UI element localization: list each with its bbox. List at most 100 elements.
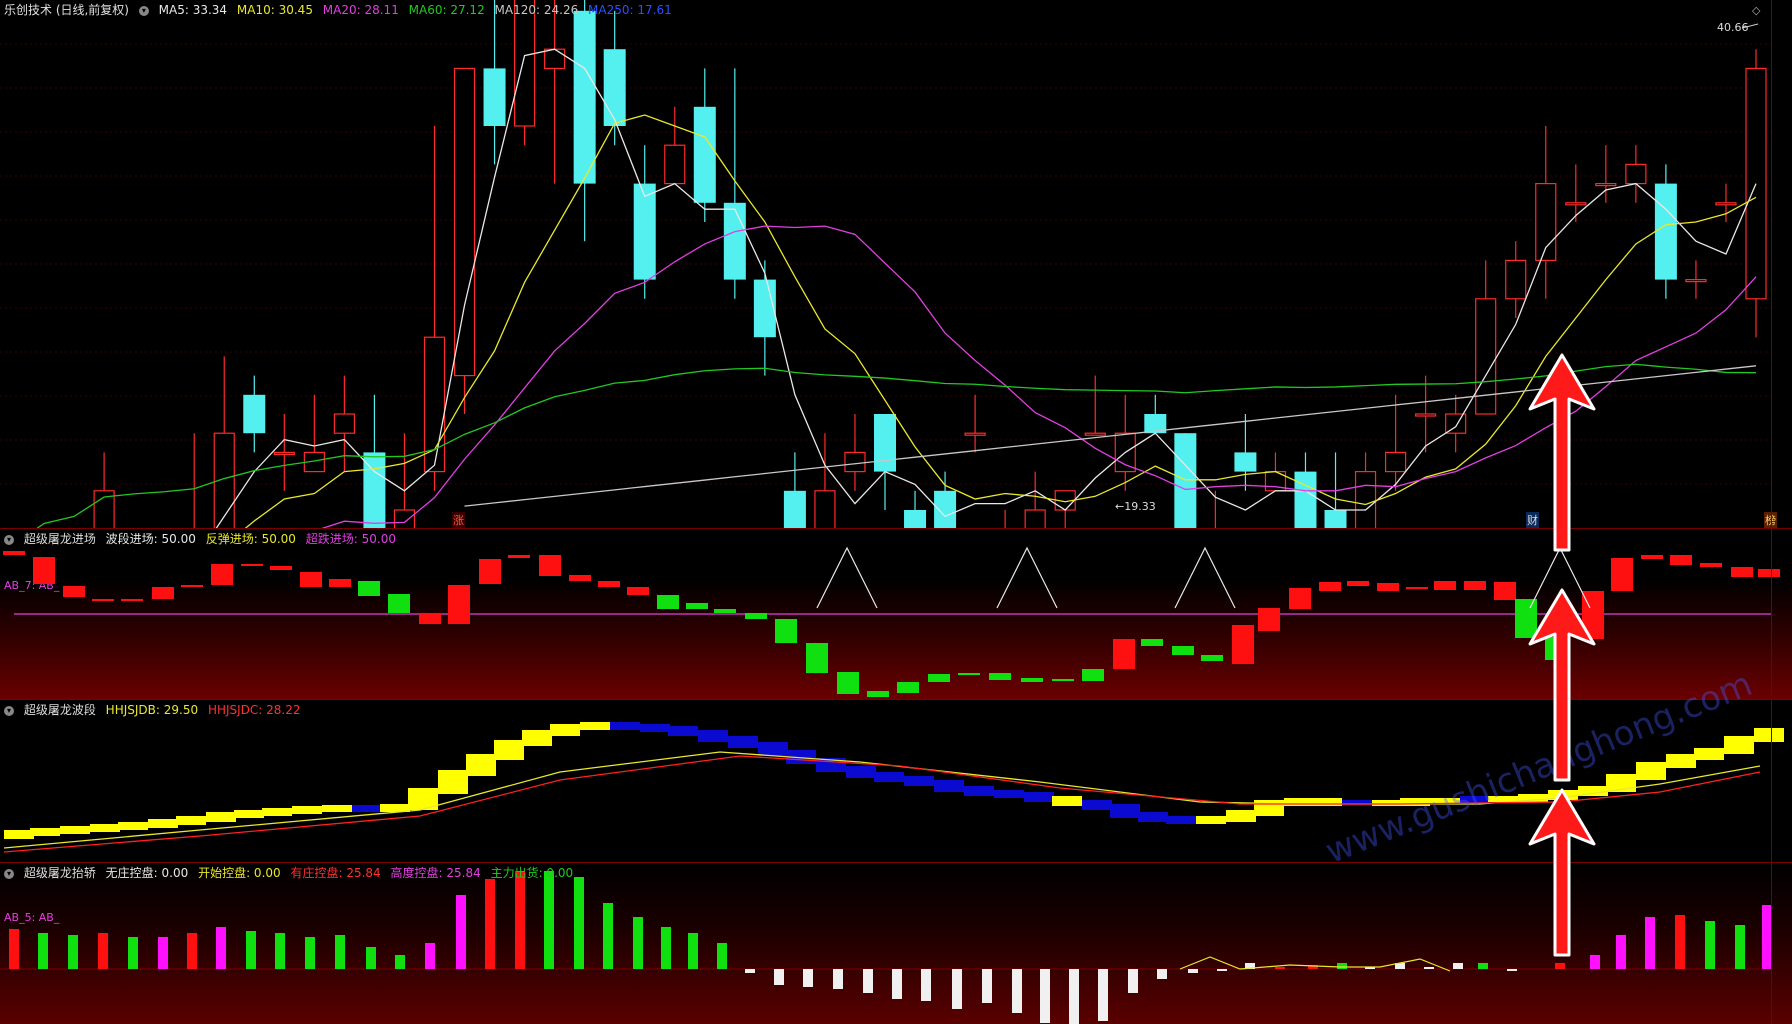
candle-body xyxy=(1475,298,1497,415)
ma5-value: MA5: 33.34 xyxy=(158,3,228,17)
control-bar xyxy=(892,969,902,999)
rebound-entry-value: 反弹进场: 50.00 xyxy=(205,532,296,546)
band-step xyxy=(1666,754,1696,768)
hhjsjdc-value: HHJSJDC: 28.22 xyxy=(207,703,301,717)
entry-bar-chart xyxy=(3,546,1780,697)
candle-body xyxy=(1565,202,1587,206)
control-bar xyxy=(833,969,843,989)
candle-body xyxy=(1654,183,1677,280)
control-bar xyxy=(661,927,671,969)
control-bar xyxy=(1705,921,1715,969)
control-bar xyxy=(187,933,197,969)
entry-bar xyxy=(958,673,980,675)
candle-body xyxy=(934,490,957,528)
candle-body xyxy=(1384,451,1407,473)
band-step xyxy=(934,780,964,792)
band-step xyxy=(466,754,496,776)
entry-bar xyxy=(1464,581,1486,590)
control-bar xyxy=(1128,969,1138,993)
entry-bar xyxy=(1406,587,1428,589)
collapse-icon[interactable]: ▾ xyxy=(4,705,14,716)
start-control-value: 开始控盘: 0.00 xyxy=(198,866,281,880)
entry-bar xyxy=(1611,558,1633,591)
control-bar xyxy=(1217,969,1227,971)
candle-body xyxy=(573,10,596,184)
candle-body xyxy=(904,510,927,528)
control-bar xyxy=(275,933,285,969)
collapse-icon[interactable]: ▾ xyxy=(4,534,14,545)
band-step xyxy=(1110,804,1140,818)
band-step xyxy=(964,786,994,796)
band-step xyxy=(322,805,352,812)
entry-bar xyxy=(121,599,143,601)
entry-indicator-panel[interactable]: ▾ 超级屠龙进场 波段进场: 50.00 反弹进场: 50.00 超跌进场: 5… xyxy=(0,529,1792,699)
entry-bar xyxy=(806,643,828,673)
candle-body xyxy=(633,183,656,280)
entry-bar xyxy=(627,587,649,595)
band-step xyxy=(728,736,758,748)
band-step xyxy=(640,724,670,732)
control-indicator-panel[interactable]: ▾ 超级屠龙抬轿 无庄控盘: 0.00 开始控盘: 0.00 有庄控盘: 25.… xyxy=(0,863,1792,1024)
ma10-value: MA10: 30.45 xyxy=(236,3,313,17)
entry-bar xyxy=(419,614,441,624)
control-bar xyxy=(1507,969,1517,971)
band-step xyxy=(206,812,236,822)
entry-bar xyxy=(211,564,233,585)
control-bar-chart xyxy=(0,871,1772,1024)
control-bar xyxy=(745,969,755,973)
candle-body xyxy=(1024,509,1046,528)
collapse-icon[interactable]: ▾ xyxy=(4,868,14,879)
entry-signal-triangle xyxy=(816,546,878,609)
band-step xyxy=(1312,798,1342,806)
control-bar xyxy=(603,903,613,969)
candle-body xyxy=(333,413,355,434)
band-title: 超级屠龙波段 xyxy=(23,703,96,717)
control-bar xyxy=(128,937,138,969)
entry-bar xyxy=(539,555,561,576)
entry-bar xyxy=(1545,637,1567,660)
entry-bar xyxy=(714,609,736,613)
band-step xyxy=(994,790,1024,798)
entry-bar xyxy=(745,613,767,619)
collapse-icon[interactable]: ▾ xyxy=(138,5,149,16)
band-step xyxy=(1138,812,1168,822)
entry-bar xyxy=(1515,599,1537,638)
control-bar xyxy=(1069,969,1079,1024)
entry-bar xyxy=(867,691,889,697)
candle-body xyxy=(544,48,566,70)
candle-body xyxy=(874,414,896,472)
band-step xyxy=(352,805,382,812)
control-bar xyxy=(688,933,698,969)
band-step xyxy=(494,740,524,760)
candle-body xyxy=(723,202,746,280)
entry-signal-triangle xyxy=(996,546,1058,609)
band-step xyxy=(30,828,60,836)
entry-bar xyxy=(1758,569,1780,577)
control-bar xyxy=(456,895,466,969)
candle-body xyxy=(1685,279,1707,283)
band-step xyxy=(874,772,904,782)
settings-icon[interactable]: ◇ xyxy=(1752,4,1760,17)
candle-body xyxy=(814,490,836,528)
control-bar xyxy=(1098,969,1108,1021)
candle-body xyxy=(1625,163,1647,185)
candle-body xyxy=(243,394,266,434)
event-mark-cai[interactable]: 财 xyxy=(1526,512,1539,528)
band-step xyxy=(262,808,292,816)
event-mark-zhang[interactable]: 涨 xyxy=(452,512,465,528)
ma250-value: MA250: 17.61 xyxy=(588,3,672,17)
control-bar xyxy=(158,937,168,969)
entry-bar xyxy=(479,559,501,584)
main-chart-panel[interactable]: 乐创技术 (日线,前复权) ▾ MA5: 33.34 MA10: 30.45 M… xyxy=(0,0,1792,528)
control-bar xyxy=(246,931,256,969)
entry-bar xyxy=(448,585,470,624)
main-chart-header: 乐创技术 (日线,前复权) ▾ MA5: 33.34 MA10: 30.45 M… xyxy=(4,2,678,18)
entry-bar xyxy=(1201,655,1223,661)
candle-body xyxy=(453,67,476,377)
control-bar xyxy=(98,933,108,969)
band-step xyxy=(610,722,640,730)
entry-bar xyxy=(270,566,292,570)
entry-bar xyxy=(1494,582,1516,600)
candle-body xyxy=(1354,471,1377,528)
candle-body xyxy=(1715,202,1737,206)
